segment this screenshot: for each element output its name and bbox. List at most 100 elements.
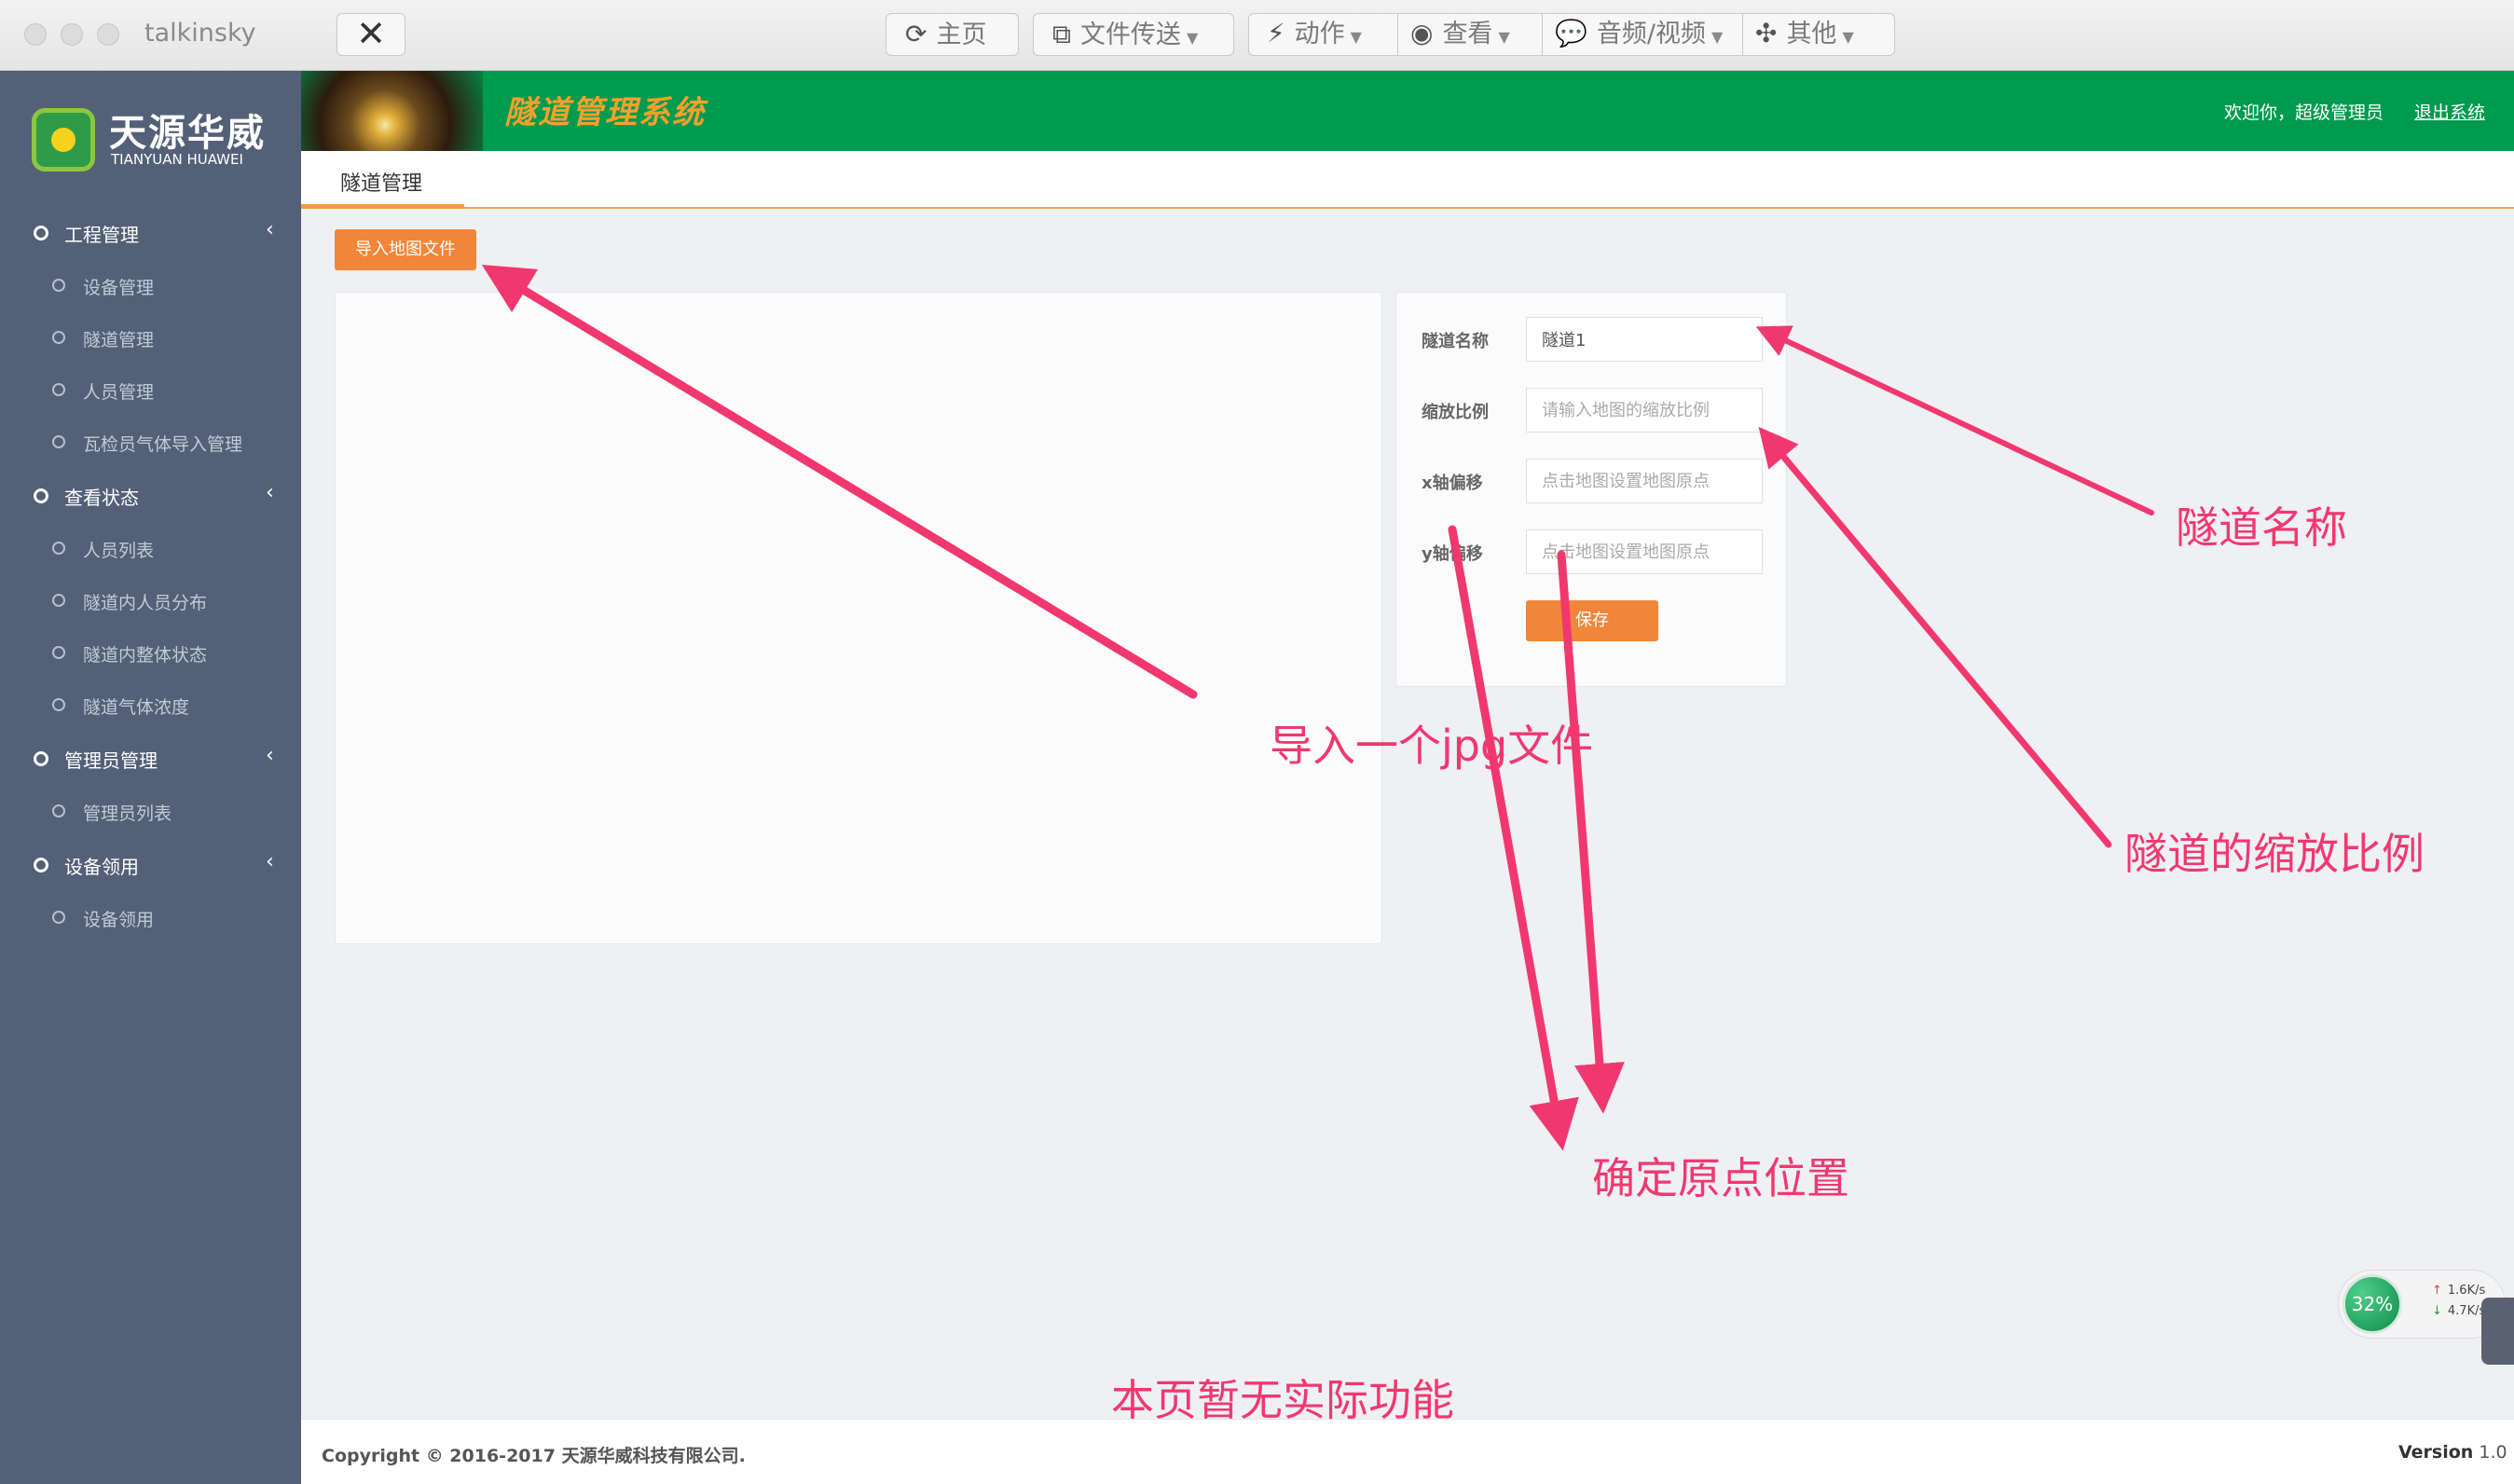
- sidebar-item-label: 隧道气体浓度: [83, 697, 190, 718]
- sidebar-group-status[interactable]: 查看状态 ‹: [0, 470, 301, 524]
- sidebar: 天源华威 TIANYUAN HUAWEI 工程管理 ‹ 设备管理 隧道管理 人员…: [0, 71, 301, 1484]
- circle-icon: [52, 331, 65, 344]
- annotation-no-function: 本页暂无实际功能: [1111, 1375, 1454, 1425]
- system-title: 隧道管理系统: [504, 94, 706, 131]
- other-label: 其他: [1786, 20, 1837, 48]
- tab-tunnel-management[interactable]: 隧道管理: [301, 151, 464, 209]
- chevron-left-icon: ‹: [266, 744, 274, 767]
- circle-icon: [52, 435, 65, 448]
- sidebar-item-label: 人员列表: [83, 541, 155, 561]
- other-menu[interactable]: ✣ 其他 ▼: [1742, 13, 1895, 56]
- home-button[interactable]: ⟳ 主页: [886, 13, 1019, 56]
- x-offset-input[interactable]: [1526, 459, 1763, 503]
- circle-icon: [52, 594, 65, 607]
- circle-icon: [52, 646, 65, 659]
- action-label: 动作: [1294, 20, 1345, 48]
- header-banner: 隧道管理系统 欢迎你，超级管理员 退出系统: [301, 71, 2514, 151]
- close-session-button[interactable]: ✕: [337, 13, 405, 56]
- sidebar-item-equipment-checkout[interactable]: 设备领用: [0, 893, 301, 945]
- sidebar-item-label: 隧道内整体状态: [83, 645, 208, 666]
- sidebar-item-device[interactable]: 设备管理: [0, 261, 301, 313]
- sidebar-item-gas-concentration[interactable]: 隧道气体浓度: [0, 680, 301, 733]
- caret-down-icon: ▼: [1187, 29, 1199, 47]
- sidebar-group-label: 管理员管理: [64, 749, 158, 772]
- window-minimize-dot[interactable]: [61, 23, 83, 46]
- sidebar-item-personnel-distribution[interactable]: 隧道内人员分布: [0, 576, 301, 628]
- close-icon: ✕: [356, 13, 386, 54]
- tunnel-name-row: 隧道名称: [1396, 317, 1788, 364]
- y-offset-label: y轴偏移: [1422, 544, 1483, 564]
- brand-name-cn: 天源华威: [109, 112, 266, 155]
- window-titlebar: talkinsky ✕ ⟳ 主页 ⧉ 文件传送 ▼ ⚡ 动作 ▼ ◉ 查看 ▼ 💬 音频/视频 ▼…: [0, 0, 2514, 71]
- sidebar-item-label: 设备管理: [83, 278, 155, 298]
- sidebar-group-admin[interactable]: 管理员管理 ‹: [0, 733, 301, 787]
- sidebar-item-label: 瓦检员气体导入管理: [83, 434, 243, 455]
- circle-icon: [34, 858, 48, 873]
- tunnel-name-input[interactable]: [1526, 317, 1763, 362]
- circle-icon: [34, 751, 48, 766]
- chevron-left-icon: ‹: [266, 218, 274, 241]
- view-label: 查看: [1442, 20, 1493, 48]
- tunnel-banner-image: [301, 71, 483, 151]
- window-zoom-dot[interactable]: [97, 23, 119, 46]
- eye-icon: ◉: [1410, 18, 1434, 48]
- sidebar-group-label: 查看状态: [64, 487, 139, 509]
- brand-name-en: TIANYUAN HUAWEI: [111, 151, 243, 168]
- version-text: Version 1.0: [2398, 1442, 2507, 1463]
- circle-icon: [52, 804, 65, 818]
- audio-video-menu[interactable]: 💬 音频/视频 ▼: [1542, 13, 1742, 56]
- version-label: Version: [2398, 1442, 2474, 1463]
- caret-down-icon: ▼: [1498, 28, 1510, 46]
- copyright-text: Copyright © 2016-2017 天源华威科技有限公司.: [322, 1446, 746, 1466]
- circle-icon: [52, 542, 65, 555]
- window-close-dot[interactable]: [24, 23, 47, 46]
- annotation-tunnel-scale: 隧道的缩放比例: [2124, 829, 2425, 879]
- tab-bar: 隧道管理: [301, 151, 2514, 209]
- file-transfer-menu[interactable]: ⧉ 文件传送 ▼: [1033, 13, 1234, 56]
- sidebar-group-equipment-checkout[interactable]: 设备领用 ‹: [0, 839, 301, 893]
- x-offset-label: x轴偏移: [1422, 474, 1483, 493]
- sidebar-group-project[interactable]: 工程管理 ‹: [0, 207, 301, 261]
- sidebar-item-label: 隧道管理: [83, 330, 155, 350]
- logo-icon: [32, 108, 95, 172]
- sidebar-item-personnel-list[interactable]: 人员列表: [0, 524, 301, 576]
- chat-bubbles-icon: 💬: [1555, 18, 1587, 48]
- network-speed-widget[interactable]: 32% 1.6K/s 4.7K/s: [2338, 1270, 2506, 1339]
- circle-icon: [52, 911, 65, 924]
- sidebar-item-overall-status[interactable]: 隧道内整体状态: [0, 628, 301, 680]
- map-canvas[interactable]: [335, 292, 1382, 944]
- logout-link[interactable]: 退出系统: [2414, 99, 2485, 124]
- circle-icon: [34, 226, 48, 240]
- floating-side-tab[interactable]: [2481, 1298, 2514, 1365]
- network-percent-badge: 32%: [2342, 1274, 2402, 1334]
- circle-icon: [52, 698, 65, 711]
- caret-down-icon: ▼: [1350, 28, 1362, 46]
- x-offset-row: x轴偏移: [1396, 459, 1788, 505]
- sidebar-item-gas-import[interactable]: 瓦检员气体导入管理: [0, 418, 301, 470]
- y-offset-input[interactable]: [1526, 529, 1763, 574]
- scale-row: 缩放比例: [1396, 388, 1788, 434]
- tunnel-form: 隧道名称 缩放比例 x轴偏移 y轴偏移 保存: [1395, 292, 1787, 687]
- circle-icon: [52, 279, 65, 292]
- file-transfer-label: 文件传送: [1080, 21, 1181, 49]
- import-map-button[interactable]: 导入地图文件: [335, 229, 476, 270]
- sidebar-group-label: 工程管理: [64, 224, 139, 246]
- welcome-text: 欢迎你，超级管理员: [2224, 103, 2384, 123]
- view-menu[interactable]: ◉ 查看 ▼: [1397, 13, 1542, 56]
- sidebar-item-tunnel[interactable]: 隧道管理: [0, 313, 301, 365]
- scale-label: 缩放比例: [1422, 403, 1489, 422]
- caret-down-icon: ▼: [1842, 28, 1854, 46]
- action-menu[interactable]: ⚡ 动作 ▼: [1248, 13, 1397, 56]
- circle-icon: [34, 488, 48, 503]
- audio-video-label: 音频/视频: [1596, 20, 1706, 48]
- scale-input[interactable]: [1526, 388, 1763, 433]
- refresh-icon: ⟳: [905, 19, 927, 49]
- sidebar-item-admin-list[interactable]: 管理员列表: [0, 787, 301, 839]
- brand-logo: 天源华威 TIANYUAN HUAWEI: [0, 71, 301, 206]
- caret-down-icon: ▼: [1710, 28, 1724, 46]
- version-number: 1.0: [2479, 1442, 2507, 1463]
- annotation-origin: 确定原点位置: [1592, 1153, 1849, 1203]
- save-button[interactable]: 保存: [1526, 600, 1658, 641]
- home-label: 主页: [936, 21, 987, 49]
- sidebar-item-personnel[interactable]: 人员管理: [0, 365, 301, 418]
